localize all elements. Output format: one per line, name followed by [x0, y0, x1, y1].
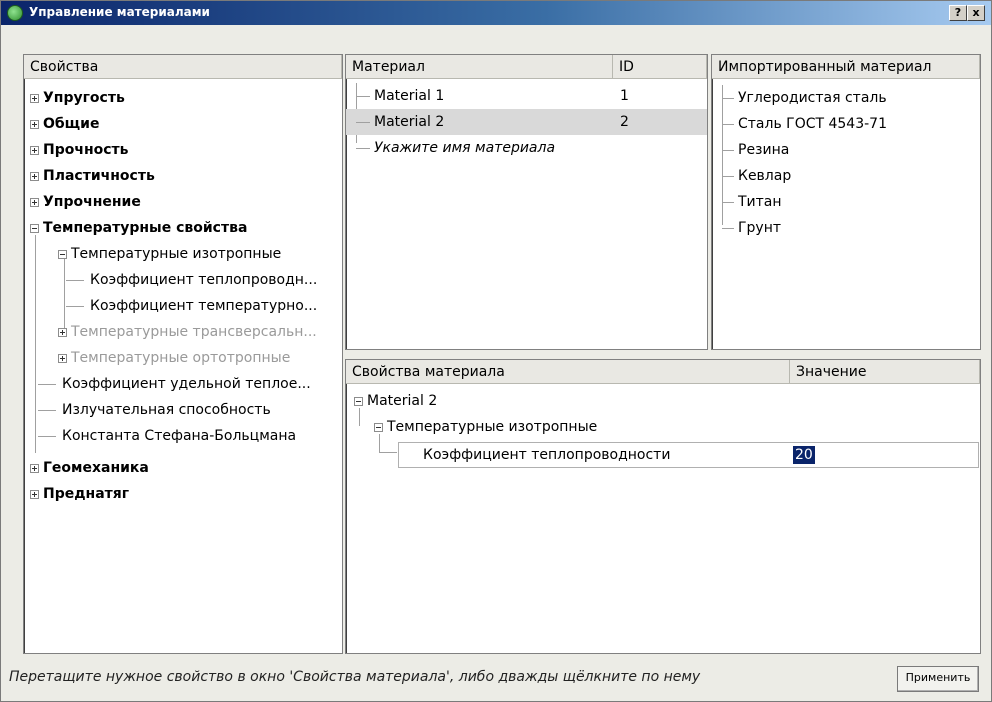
- tree-item-thermal-transversal[interactable]: Температурные трансверсальн...: [58, 319, 317, 345]
- tree-item-pretension[interactable]: Преднатяг: [30, 481, 129, 507]
- tree-item-thermal-expansion[interactable]: Коэффициент температурно...: [66, 293, 317, 319]
- tree-line: [722, 98, 734, 99]
- properties-panel: Свойства Упругость Общие Прочность Пласт…: [23, 54, 343, 654]
- expand-icon[interactable]: [30, 198, 39, 207]
- imported-item[interactable]: Титан: [722, 189, 782, 215]
- tree-item-thermal-orthotropic[interactable]: Температурные ортотропные: [58, 345, 290, 371]
- collapse-icon[interactable]: [354, 397, 363, 406]
- property-row[interactable]: Коэффициент теплопроводности 20: [398, 442, 979, 468]
- properties-header[interactable]: Свойства: [24, 55, 342, 79]
- expand-icon[interactable]: [58, 328, 67, 337]
- tree-line: [722, 150, 734, 151]
- property-name: Коэффициент теплопроводности: [423, 447, 671, 463]
- tree-item-stefan-boltzmann[interactable]: Константа Стефана-Больцмана: [38, 423, 296, 449]
- tree-item-hardening[interactable]: Упрочнение: [30, 189, 141, 215]
- hint-text: Перетащите нужное свойство в окно 'Свойс…: [9, 669, 701, 685]
- tree-line: [35, 235, 36, 453]
- title-bar[interactable]: Управление материалами ? x: [1, 1, 991, 25]
- tree-item-plasticity[interactable]: Пластичность: [30, 163, 155, 189]
- tree-line: [379, 434, 380, 452]
- tree-item-thermal-properties[interactable]: Температурные свойства: [30, 215, 247, 241]
- tree-item-thermal-isotropic[interactable]: Температурные изотропные: [58, 241, 281, 267]
- tree-line: [722, 202, 734, 203]
- expand-icon[interactable]: [30, 146, 39, 155]
- tree-line: [38, 436, 56, 437]
- tree-line: [66, 306, 84, 307]
- expand-icon[interactable]: [30, 464, 39, 473]
- app-icon: [7, 5, 23, 21]
- property-value-field[interactable]: 20: [793, 446, 815, 464]
- id-column-header[interactable]: ID: [613, 55, 707, 79]
- materials-panel: Материал ID Material 1 1 Material 2 2 Ук…: [345, 54, 708, 350]
- material-properties-panel: Свойства материала Значение Material 2 Т…: [345, 359, 981, 654]
- collapse-icon[interactable]: [58, 250, 67, 259]
- tree-line: [356, 122, 370, 123]
- tree-item-strength[interactable]: Прочность: [30, 137, 129, 163]
- expand-icon[interactable]: [30, 172, 39, 181]
- imported-item[interactable]: Резина: [722, 137, 789, 163]
- material-root-node[interactable]: Material 2: [354, 388, 437, 414]
- tree-line: [356, 148, 370, 149]
- imported-materials-panel: Импортированный материал Углеродистая ст…: [711, 54, 981, 350]
- tree-line: [722, 228, 734, 229]
- collapse-icon[interactable]: [374, 423, 383, 432]
- apply-button[interactable]: Применить: [897, 666, 979, 692]
- tree-line: [359, 408, 360, 426]
- window-title: Управление материалами: [29, 5, 210, 19]
- tree-line: [379, 452, 397, 453]
- tree-item-emissivity[interactable]: Излучательная способность: [38, 397, 271, 423]
- property-column-header[interactable]: Свойства материала: [346, 360, 790, 384]
- tree-item-specific-heat[interactable]: Коэффициент удельной теплое...: [38, 371, 311, 397]
- material-row[interactable]: Material 1 1: [346, 83, 707, 109]
- status-bar: Перетащите нужное свойство в окно 'Свойс…: [1, 655, 991, 701]
- materials-window: Управление материалами ? x Свойства Упру…: [0, 0, 992, 702]
- collapse-icon[interactable]: [30, 224, 39, 233]
- tree-line: [66, 280, 84, 281]
- imported-material-header[interactable]: Импортированный материал: [712, 55, 980, 79]
- expand-icon[interactable]: [30, 120, 39, 129]
- group-node[interactable]: Температурные изотропные: [374, 414, 597, 440]
- help-button[interactable]: ?: [949, 5, 967, 21]
- close-button[interactable]: x: [967, 5, 985, 21]
- imported-item[interactable]: Углеродистая сталь: [722, 85, 887, 111]
- imported-item[interactable]: Грунт: [722, 215, 781, 241]
- tree-item-geomechanics[interactable]: Геомеханика: [30, 455, 149, 481]
- tree-line: [38, 384, 56, 385]
- tree-item-general[interactable]: Общие: [30, 111, 99, 137]
- new-material-input[interactable]: Укажите имя материала: [346, 135, 707, 161]
- material-column-header[interactable]: Материал: [346, 55, 613, 79]
- value-column-header[interactable]: Значение: [790, 360, 980, 384]
- expand-icon[interactable]: [58, 354, 67, 363]
- expand-icon[interactable]: [30, 94, 39, 103]
- tree-line: [722, 176, 734, 177]
- expand-icon[interactable]: [30, 490, 39, 499]
- tree-item-elasticity[interactable]: Упругость: [30, 85, 125, 111]
- tree-item-thermal-conductivity[interactable]: Коэффициент теплопроводн...: [66, 267, 317, 293]
- imported-item[interactable]: Кевлар: [722, 163, 791, 189]
- tree-line: [722, 124, 734, 125]
- tree-line: [356, 96, 370, 97]
- imported-item[interactable]: Сталь ГОСТ 4543-71: [722, 111, 887, 137]
- tree-line: [38, 410, 56, 411]
- material-row-selected[interactable]: Material 2 2: [346, 109, 707, 135]
